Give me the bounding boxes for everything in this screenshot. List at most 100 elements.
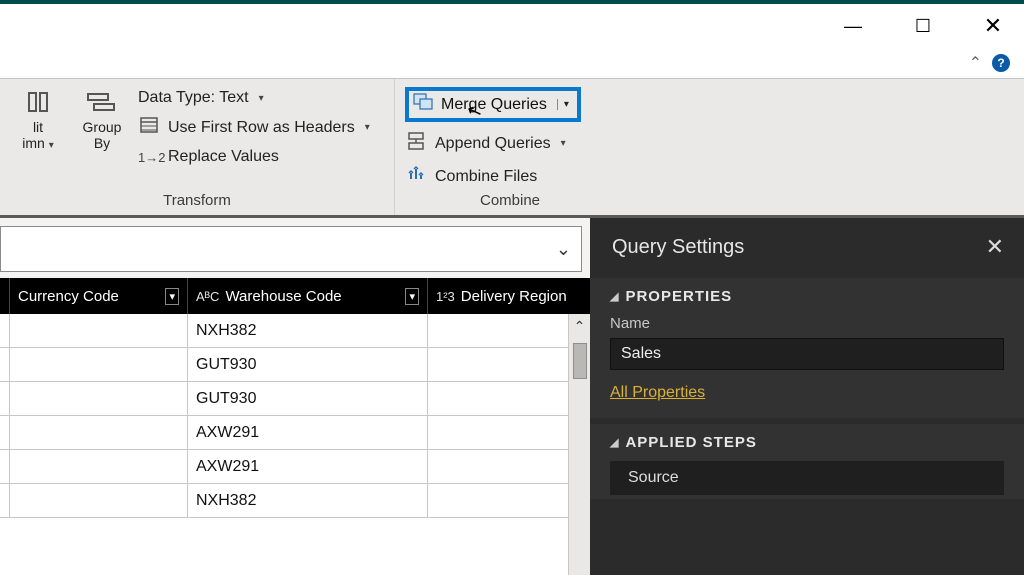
vertical-scrollbar[interactable]: ⌃ xyxy=(568,314,590,575)
row-leading-cell xyxy=(0,348,10,381)
merge-queries-dropdown-icon[interactable]: ▾ xyxy=(557,99,569,110)
ribbon-collapse-button[interactable]: ⌃ xyxy=(969,53,982,73)
merge-queries-icon xyxy=(413,93,435,116)
replace-values-label: Replace Values xyxy=(168,148,279,166)
ribbon-group-transform: lit imn ▾ Group By Data Type: Text ▾ xyxy=(0,79,395,215)
cell-warehouse-code[interactable]: GUT930 xyxy=(188,348,428,381)
combine-files-icon xyxy=(405,165,427,188)
window-titlebar: — ☐ ✕ xyxy=(0,0,1024,48)
applied-steps-collapse-icon: ◢ xyxy=(610,436,619,449)
help-button[interactable]: ? xyxy=(992,54,1010,72)
column-header-currency-code[interactable]: Currency Code ▾ xyxy=(10,278,188,314)
formula-bar-expand-button[interactable]: ⌄ xyxy=(556,239,571,260)
cell-warehouse-code[interactable]: NXH382 xyxy=(188,314,428,347)
cell-currency-code[interactable] xyxy=(10,484,188,517)
cell-currency-code[interactable] xyxy=(10,416,188,449)
cell-currency-code[interactable] xyxy=(10,450,188,483)
properties-section-header[interactable]: ◢ PROPERTIES xyxy=(610,288,1004,305)
split-column-dropdown-icon: ▾ xyxy=(49,140,54,151)
query-settings-close-button[interactable]: ✕ xyxy=(986,234,1004,260)
applied-steps-section-header[interactable]: ◢ APPLIED STEPS xyxy=(610,434,1004,451)
replace-values-button[interactable]: 1→2 Replace Values xyxy=(138,148,370,166)
cell-currency-code[interactable] xyxy=(10,348,188,381)
cell-warehouse-code[interactable]: AXW291 xyxy=(188,416,428,449)
properties-section-title: PROPERTIES xyxy=(625,288,732,305)
cell-delivery-region[interactable] xyxy=(428,314,590,347)
table-row[interactable]: NXH382 xyxy=(0,484,590,518)
ribbon-help-row: ⌃ ? xyxy=(0,48,1024,78)
query-settings-header: Query Settings ✕ xyxy=(590,218,1024,272)
data-type-label: Data Type: Text xyxy=(138,89,249,107)
append-queries-icon xyxy=(405,132,427,155)
split-column-button[interactable]: lit imn ▾ xyxy=(10,85,66,152)
column-filter-warehouse[interactable]: ▾ xyxy=(405,288,419,305)
table-header-icon xyxy=(138,117,160,138)
scroll-up-button[interactable]: ⌃ xyxy=(574,314,586,339)
cell-currency-code[interactable] xyxy=(10,314,188,347)
column-type-text-icon: AᴮC xyxy=(196,289,219,304)
cell-warehouse-code[interactable]: NXH382 xyxy=(188,484,428,517)
query-name-input[interactable] xyxy=(610,338,1004,370)
data-preview-pane: ⌄ Currency Code ▾ AᴮC Warehouse Code ▾ 1… xyxy=(0,218,590,575)
row-leading-cell xyxy=(0,382,10,415)
cell-delivery-region[interactable] xyxy=(428,484,590,517)
replace-values-icon: 1→2 xyxy=(138,150,160,165)
cell-warehouse-code[interactable]: GUT930 xyxy=(188,382,428,415)
column-header-delivery-region[interactable]: 1²3 Delivery Region xyxy=(428,278,590,314)
combine-files-label: Combine Files xyxy=(435,168,537,186)
column-header-warehouse-code[interactable]: AᴮC Warehouse Code ▾ xyxy=(188,278,428,314)
merge-queries-button[interactable]: Merge Queries ▾ ↖ xyxy=(405,87,581,122)
cell-warehouse-code[interactable]: AXW291 xyxy=(188,450,428,483)
append-queries-button[interactable]: Append Queries ▾ xyxy=(405,132,581,155)
query-name-label: Name xyxy=(610,315,1004,332)
window-maximize-button[interactable]: ☐ xyxy=(900,6,946,46)
query-settings-pane: Query Settings ✕ ◢ PROPERTIES Name All P… xyxy=(590,218,1024,575)
applied-steps-section-title: APPLIED STEPS xyxy=(625,434,756,451)
append-queries-dropdown-icon: ▾ xyxy=(561,138,566,149)
row-leading-cell xyxy=(0,484,10,517)
scroll-thumb[interactable] xyxy=(573,343,587,379)
column-header-warehouse-label: Warehouse Code xyxy=(225,288,341,305)
table-row[interactable]: AXW291 xyxy=(0,450,590,484)
table-row[interactable]: AXW291 xyxy=(0,416,590,450)
row-leading-cell xyxy=(0,450,10,483)
append-queries-label: Append Queries xyxy=(435,135,551,153)
table-header-leading xyxy=(0,278,10,314)
column-header-delivery-label: Delivery Region xyxy=(461,288,567,305)
column-filter-currency[interactable]: ▾ xyxy=(165,288,179,305)
data-type-dropdown-icon: ▾ xyxy=(259,93,264,104)
cell-currency-code[interactable] xyxy=(10,382,188,415)
cell-delivery-region[interactable] xyxy=(428,416,590,449)
combine-files-button[interactable]: Combine Files xyxy=(405,165,581,188)
table-row[interactable]: GUT930 xyxy=(0,348,590,382)
applied-steps-section: ◢ APPLIED STEPS Source xyxy=(590,424,1024,499)
window-minimize-button[interactable]: — xyxy=(830,6,876,46)
split-column-icon xyxy=(26,85,50,119)
split-column-label-1: lit xyxy=(33,119,43,135)
all-properties-link[interactable]: All Properties xyxy=(610,384,705,402)
cell-delivery-region[interactable] xyxy=(428,450,590,483)
applied-step-source[interactable]: Source xyxy=(610,461,1004,495)
row-leading-cell xyxy=(0,416,10,449)
row-leading-cell xyxy=(0,314,10,347)
group-by-icon xyxy=(87,85,117,119)
use-first-row-button[interactable]: Use First Row as Headers ▾ xyxy=(138,117,370,138)
table-row[interactable]: GUT930 xyxy=(0,382,590,416)
table-row[interactable]: NXH382 xyxy=(0,314,590,348)
split-column-label-2: imn xyxy=(22,135,45,151)
formula-bar[interactable]: ⌄ xyxy=(0,226,582,272)
use-first-row-label: Use First Row as Headers xyxy=(168,119,355,137)
group-by-label-2: By xyxy=(94,135,110,151)
data-type-button[interactable]: Data Type: Text ▾ xyxy=(138,89,370,107)
merge-queries-label: Merge Queries xyxy=(441,96,547,114)
work-area: ⌄ Currency Code ▾ AᴮC Warehouse Code ▾ 1… xyxy=(0,218,1024,575)
table-body: NXH382GUT930GUT930AXW291AXW291NXH382 ⌃ xyxy=(0,314,590,575)
cell-delivery-region[interactable] xyxy=(428,382,590,415)
cell-delivery-region[interactable] xyxy=(428,348,590,381)
use-first-row-dropdown-icon: ▾ xyxy=(365,122,370,133)
properties-section: ◢ PROPERTIES Name All Properties xyxy=(590,278,1024,418)
ribbon: lit imn ▾ Group By Data Type: Text ▾ xyxy=(0,78,1024,218)
column-type-number-icon: 1²3 xyxy=(436,289,455,304)
window-close-button[interactable]: ✕ xyxy=(970,6,1016,46)
group-by-button[interactable]: Group By xyxy=(74,85,130,151)
